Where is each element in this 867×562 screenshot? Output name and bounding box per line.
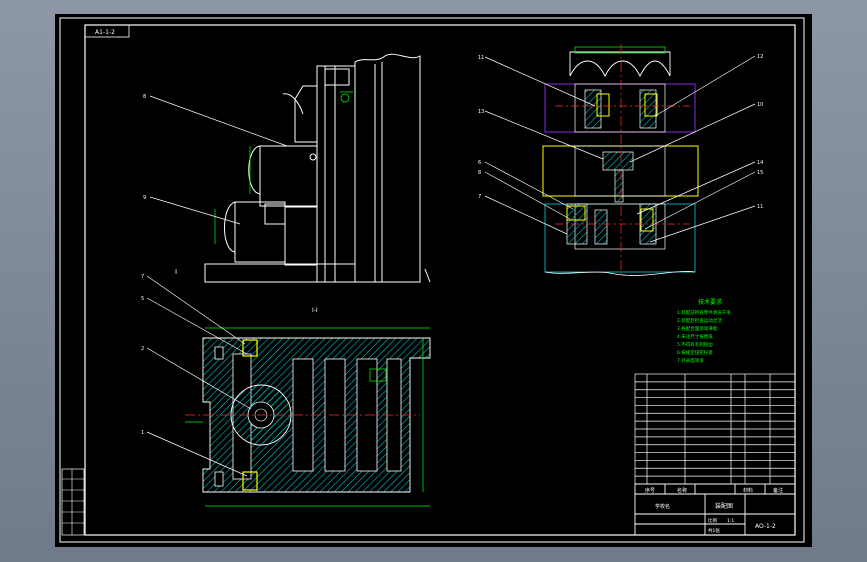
- balloon-exploded-15: 15: [757, 170, 763, 176]
- parts-list: [634, 373, 796, 485]
- balloon-exploded-8: 8: [478, 170, 481, 176]
- outer-frame: [59, 17, 805, 543]
- scale-value: 1:1: [727, 518, 734, 524]
- balloon-8: 8: [143, 94, 146, 100]
- tb-header-seq: 序号: [645, 487, 655, 494]
- balloon-exploded-6: 6: [478, 160, 481, 166]
- tech-note-5: 5.不得有毛刺锐边: [677, 341, 713, 348]
- balloon-9: 9: [143, 195, 146, 201]
- tech-note-4: 4.未注尺寸按图纸: [677, 333, 713, 340]
- balloon-exploded-10: 10: [757, 102, 763, 108]
- company-name: 学校名: [655, 503, 670, 510]
- exploded-view: [542, 46, 699, 276]
- balloon-7: 7: [141, 274, 144, 280]
- tech-note-2: 2.装配后检查运动灵活: [677, 317, 722, 324]
- balloon-5: 5: [141, 296, 144, 302]
- side-view-dimensions: [214, 91, 353, 244]
- sheet-count: 共1张: [708, 527, 720, 534]
- side-view: [204, 53, 431, 283]
- tb-header-note: 备注: [773, 487, 783, 494]
- balloon-exploded-13: 13: [478, 109, 484, 115]
- balloon-1: 1: [141, 430, 144, 436]
- balloon-exploded-11b: 11: [757, 204, 763, 210]
- tech-note-1: 1.装配前所有零件清洗干净: [677, 309, 731, 316]
- balloon-2: 2: [141, 346, 144, 352]
- assembly-title: 装配图: [715, 502, 733, 510]
- tech-note-3: 3.各配合面涂润滑脂: [677, 325, 718, 332]
- tech-notes: 技术要求 1.装配前所有零件清洗干净 2.装配后检查运动灵活 3.各配合面涂润滑…: [677, 298, 731, 364]
- scale-label: 比例: [708, 517, 717, 524]
- cad-viewport[interactable]: A1-1-2 8 9 I I-I 7 5 2 1 11 12 13 10 6 8…: [55, 14, 812, 547]
- tech-notes-title: 技术要求: [698, 298, 722, 306]
- cad-drawing-sheet: A1-1-2 8 9 I I-I 7 5 2 1 11 12 13 10 6 8…: [59, 17, 805, 543]
- balloon-exploded-14: 14: [757, 160, 763, 166]
- side-view-leaders: [149, 95, 288, 225]
- tb-header-name: 名称: [677, 487, 687, 494]
- tech-note-7: 7.外表面涂漆: [677, 357, 704, 364]
- inner-frame: [84, 24, 796, 536]
- drawing-number: AO-1-2: [755, 523, 776, 530]
- tb-header-material: 材料: [743, 487, 753, 494]
- balloon-exploded-11: 11: [478, 55, 484, 61]
- section-label: I-I: [312, 307, 318, 314]
- tech-note-6: 6.按规定扭矩拧紧: [677, 349, 713, 356]
- balloon-exploded-7: 7: [478, 194, 481, 200]
- revision-table: [61, 468, 85, 536]
- balloon-exploded-12: 12: [757, 54, 763, 60]
- header-tag: A1-1-2: [95, 29, 115, 36]
- view-label-I: I: [175, 268, 177, 276]
